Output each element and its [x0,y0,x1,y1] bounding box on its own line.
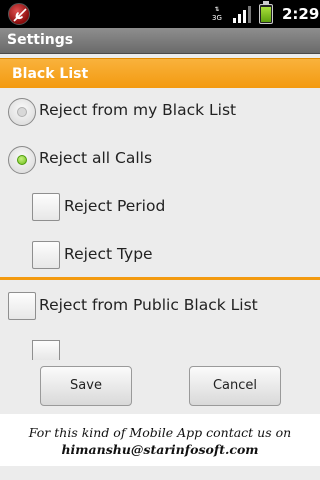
option-reject-all-calls[interactable]: Reject all Calls [0,136,320,184]
battery-level-fill [261,6,271,22]
partially-visible-checkbox[interactable] [32,340,60,360]
title-bar: Settings [0,28,320,54]
bottom-strip [0,466,320,480]
option-label: Reject Type [64,245,153,263]
option-label: Reject from Public Black List [39,296,258,314]
no-phone-icon [8,3,30,25]
contact-message: For this kind of Mobile App contact us o… [28,425,292,440]
section-divider [0,277,320,280]
settings-content: Black List Reject from my Black List Rej… [0,54,320,360]
black-list-section-header: Black List [0,58,320,88]
radio-button[interactable] [8,146,36,174]
option-reject-my-black-list[interactable]: Reject from my Black List [0,88,320,136]
save-button[interactable]: Save [40,366,132,406]
status-time: 2:29 [282,5,320,23]
button-bar: Save Cancel [0,360,320,414]
reject-public-black-list-checkbox[interactable] [8,292,36,320]
contact-email[interactable]: himanshu@starinfosoft.com [0,442,320,457]
network-indicator: ⇅ 3G [212,6,222,22]
signal-bars-icon [233,6,251,23]
option-reject-public-black-list[interactable]: Reject from Public Black List [0,283,320,331]
network-type: 3G [212,14,222,22]
option-reject-period[interactable]: Reject Period [0,184,320,232]
section-title: Black List [12,66,89,82]
contact-footer: For this kind of Mobile App contact us o… [0,414,320,466]
option-label: Reject from my Black List [39,101,237,119]
option-label: Reject all Calls [39,149,153,167]
reject-type-checkbox[interactable] [32,241,60,269]
page-title: Settings [7,32,74,48]
battery-icon [259,1,273,24]
option-label: Reject Period [64,197,166,215]
cancel-button[interactable]: Cancel [189,366,281,406]
radio-button[interactable] [8,98,36,126]
option-reject-type[interactable]: Reject Type [0,232,320,280]
status-bar: ⇅ 3G 2:29 [0,0,320,28]
reject-period-checkbox[interactable] [32,193,60,221]
